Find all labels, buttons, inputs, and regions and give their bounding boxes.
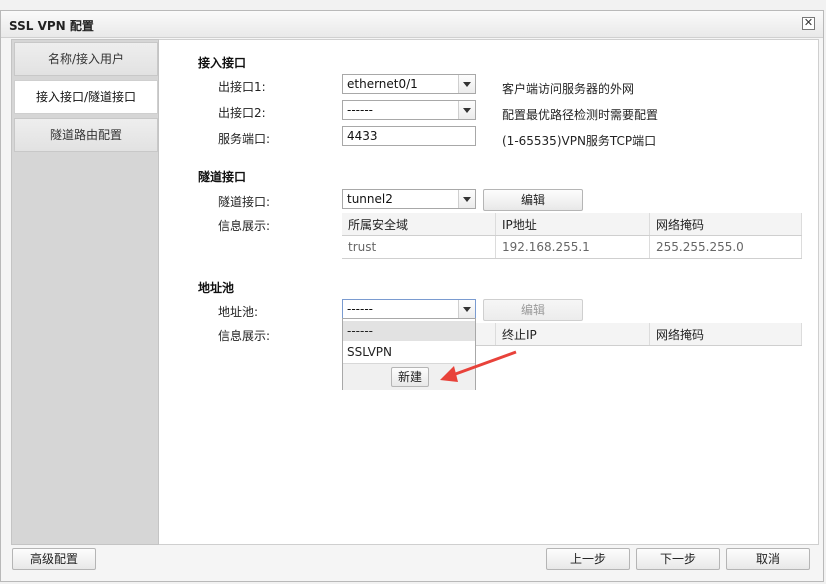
sidebar: 名称/接入用户 接入接口/隧道接口 隧道路由配置 xyxy=(11,39,159,545)
prev-step-button[interactable]: 上一步 xyxy=(546,548,630,570)
dialog-title: SSL VPN 配置 xyxy=(9,19,94,33)
chevron-down-icon[interactable] xyxy=(458,190,475,208)
pool-label: 地址池: xyxy=(218,305,259,319)
tunnel-edit-button[interactable]: 编辑 xyxy=(483,189,583,211)
chevron-down-icon[interactable] xyxy=(458,300,475,318)
section-title-tunnel: 隧道接口 xyxy=(198,170,247,184)
table-row: trust 192.168.255.1 255.255.255.0 xyxy=(342,235,802,259)
exit1-value: ethernet0/1 xyxy=(347,77,418,91)
table-header-row: 所属安全域 IP地址 网络掩码 xyxy=(342,213,802,236)
dropdown-option[interactable]: ------ xyxy=(343,321,475,341)
section-title-pool: 地址池 xyxy=(198,281,235,295)
exit2-hint: 配置最优路径检测时需要配置 xyxy=(502,108,659,122)
exit2-label: 出接口2: xyxy=(218,106,266,120)
pool-info-label: 信息展示: xyxy=(218,329,271,343)
port-hint: (1-65535)VPN服务TCP端口 xyxy=(502,134,657,148)
tunnel-iface-value: tunnel2 xyxy=(347,192,393,206)
pool-value: ------ xyxy=(347,302,373,316)
exit1-hint: 客户端访问服务器的外网 xyxy=(502,82,635,96)
table-header: 网络掩码 xyxy=(649,213,802,236)
sidebar-item-tunnel-route[interactable]: 隧道路由配置 xyxy=(14,118,158,152)
tunnel-info-label: 信息展示: xyxy=(218,219,271,233)
table-header: 网络掩码 xyxy=(649,323,802,346)
next-step-button[interactable]: 下一步 xyxy=(636,548,720,570)
advanced-config-button[interactable]: 高级配置 xyxy=(12,548,96,570)
cancel-button[interactable]: 取消 xyxy=(726,548,810,570)
annotation-arrow-icon xyxy=(440,350,517,382)
tunnel-iface-select[interactable]: tunnel2 xyxy=(342,189,476,209)
service-port-input[interactable]: 4433 xyxy=(342,126,476,146)
tunnel-info-table: 所属安全域 IP地址 网络掩码 trust 192.168.255.1 255.… xyxy=(342,213,802,259)
table-cell: 255.255.255.0 xyxy=(649,235,802,259)
table-header: IP地址 xyxy=(495,213,650,236)
sidebar-item-interfaces[interactable]: 接入接口/隧道接口 xyxy=(14,80,158,114)
table-cell: trust xyxy=(342,235,496,259)
chevron-down-icon[interactable] xyxy=(458,101,475,119)
table-header: 终止IP xyxy=(495,323,650,346)
exit1-select[interactable]: ethernet0/1 xyxy=(342,74,476,94)
pool-edit-button[interactable]: 编辑 xyxy=(483,299,583,321)
table-header: 所属安全域 xyxy=(342,213,496,236)
ssl-vpn-dialog: SSL VPN 配置 ✕ 名称/接入用户 接入接口/隧道接口 隧道路由配置 xyxy=(0,10,824,582)
exit2-value: ------ xyxy=(347,103,373,117)
sidebar-item-name-users[interactable]: 名称/接入用户 xyxy=(14,42,158,76)
tunnel-iface-label: 隧道接口: xyxy=(218,195,271,209)
exit1-label: 出接口1: xyxy=(218,80,266,94)
table-cell: 192.168.255.1 xyxy=(495,235,650,259)
pool-select[interactable]: ------ xyxy=(342,299,476,319)
port-label: 服务端口: xyxy=(218,132,271,146)
exit2-select[interactable]: ------ xyxy=(342,100,476,120)
title-bar: SSL VPN 配置 ✕ xyxy=(1,11,823,38)
section-title-access: 接入接口 xyxy=(198,56,247,70)
close-icon[interactable]: ✕ xyxy=(802,17,815,30)
new-pool-button[interactable]: 新建 xyxy=(391,367,429,387)
chevron-down-icon[interactable] xyxy=(458,75,475,93)
